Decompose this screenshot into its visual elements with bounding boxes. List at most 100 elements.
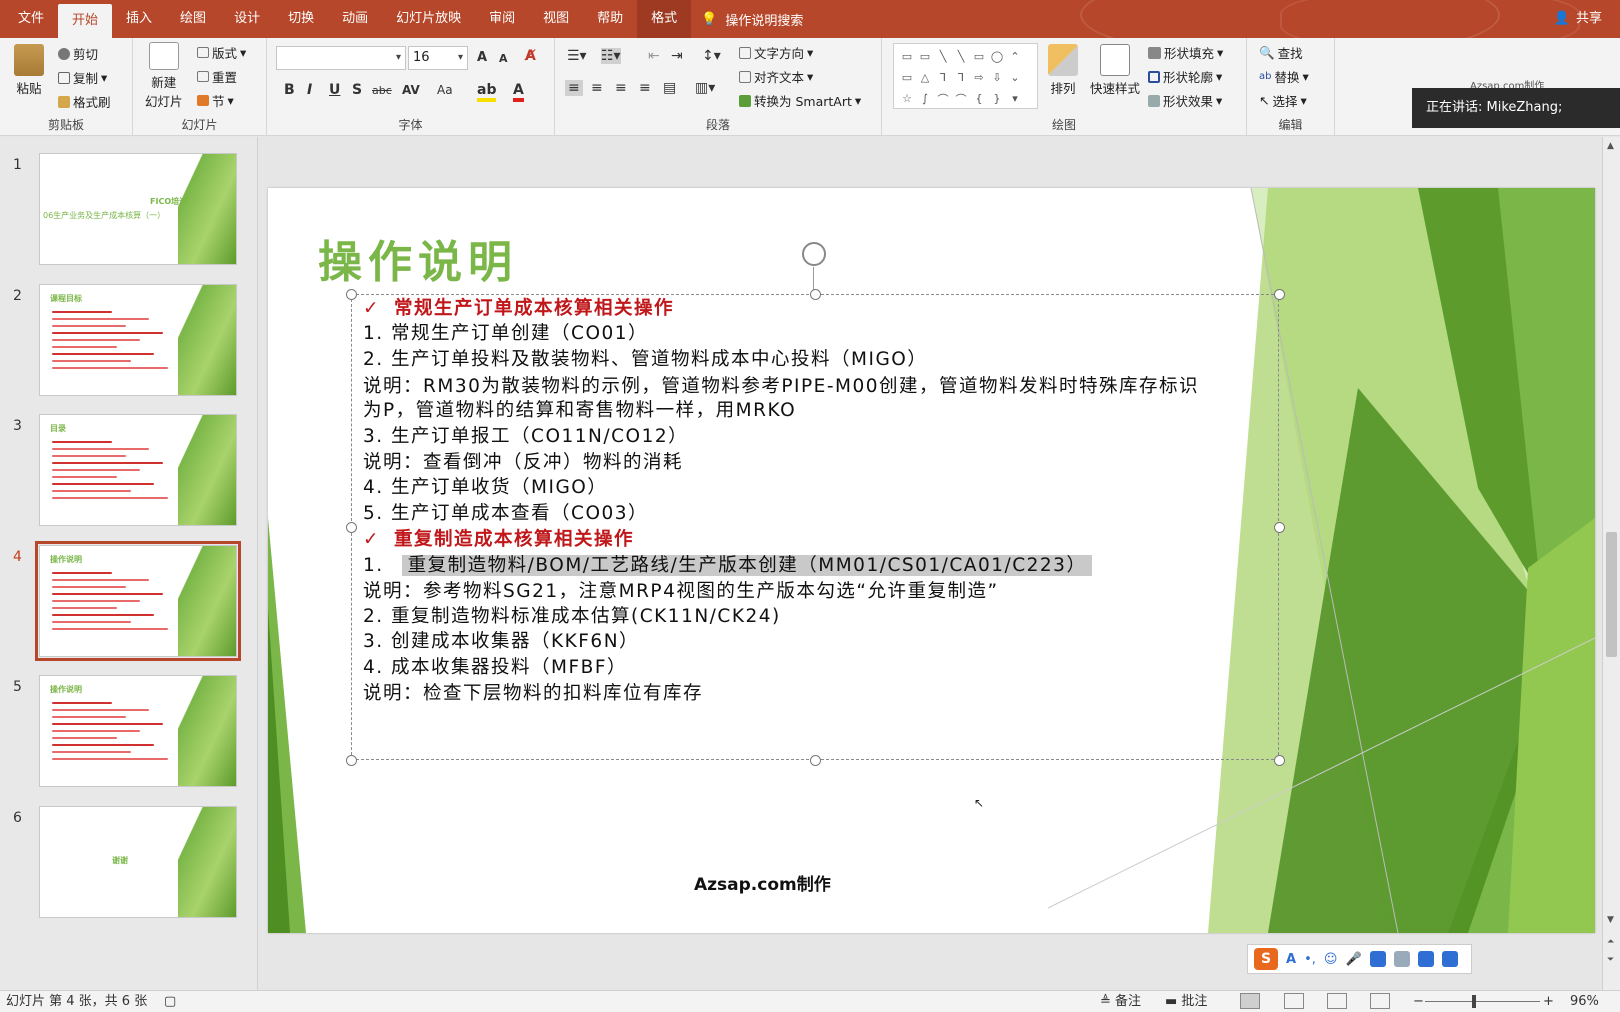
- punctuation-icon[interactable]: •,: [1304, 952, 1316, 967]
- keyboard-icon[interactable]: [1369, 951, 1386, 967]
- share-button[interactable]: 👤 共享: [1554, 0, 1602, 38]
- tab-6[interactable]: 动画: [328, 0, 382, 38]
- shadow-button[interactable]: S: [352, 82, 362, 98]
- zoom-slider-knob[interactable]: [1472, 995, 1476, 1008]
- shapes-gallery[interactable]: ▭ ▭ ╲ ╲ ▭ ◯ ⌃ ▭ △ ⅂ ⅂ ⇨ ⇩ ⌄ ☆ ∫ ⌒ ⌒{} ▾: [893, 43, 1038, 109]
- slide-text-line[interactable]: 2. 生产订单投料及散装物料、管道物料成本中心投料（MIGO）: [363, 345, 927, 371]
- select-button[interactable]: ↖ 选择 ▾: [1259, 91, 1307, 110]
- slide-text-line[interactable]: 3. 生产订单报工（CO11N/CO12）: [363, 422, 688, 448]
- comments-button[interactable]: ▬ 批注: [1165, 991, 1207, 1012]
- replace-button[interactable]: ab 替换 ▾: [1259, 67, 1309, 86]
- emoji-icon[interactable]: ☺: [1324, 952, 1338, 967]
- rotate-handle-icon[interactable]: [802, 242, 826, 266]
- bold-button[interactable]: B: [284, 82, 295, 98]
- resize-handle[interactable]: [346, 755, 357, 766]
- tab-8[interactable]: 审阅: [475, 0, 529, 38]
- zoom-level[interactable]: 96%: [1570, 991, 1599, 1012]
- new-slide-button[interactable]: 新建 幻灯片: [145, 42, 183, 110]
- slide-text-line[interactable]: 1. 重复制造物料/BOM/工艺路线/生产版本创建（MM01/CS01/CA01/…: [363, 551, 1093, 577]
- resize-handle[interactable]: [346, 289, 357, 300]
- format-painter-button[interactable]: 格式刷: [58, 92, 111, 111]
- slide-sorter-icon[interactable]: [1284, 993, 1304, 1009]
- align-text-button[interactable]: 对齐文本 ▾: [739, 67, 813, 86]
- tab-10[interactable]: 帮助: [583, 0, 637, 38]
- slide-text-line[interactable]: 1. 常规生产订单创建（CO01）: [363, 319, 648, 345]
- scroll-thumb[interactable]: [1606, 532, 1617, 657]
- slide-text-line[interactable]: ✓ 重复制造成本核算相关操作: [363, 525, 634, 551]
- align-center-icon[interactable]: ≡: [591, 80, 603, 96]
- scroll-up-icon[interactable]: ▲: [1607, 141, 1614, 151]
- slide-title[interactable]: 操作说明: [318, 226, 518, 290]
- font-name-combo[interactable]: ▾: [276, 46, 406, 70]
- slide-text-line[interactable]: 4. 生产订单收货（MIGO）: [363, 473, 607, 499]
- resize-handle[interactable]: [1274, 755, 1285, 766]
- skin-icon[interactable]: [1417, 951, 1434, 967]
- slide-thumbnail[interactable]: 5 操作说明: [0, 675, 258, 795]
- zoom-in-icon[interactable]: +: [1543, 991, 1554, 1012]
- grow-font-button[interactable]: A: [477, 50, 487, 65]
- slide-text-line[interactable]: 5. 生产订单成本查看（CO03）: [363, 499, 648, 525]
- font-size-combo[interactable]: 16 ▾: [408, 46, 468, 70]
- slide-text-line[interactable]: 说明：RM30为散装物料的示例，管道物料参考PIPE-M00创建，管道物料发料时…: [363, 372, 1199, 398]
- tab-5[interactable]: 切换: [274, 0, 328, 38]
- clear-format-icon[interactable]: A̸: [525, 48, 536, 64]
- normal-view-icon[interactable]: [1240, 993, 1260, 1009]
- section-button[interactable]: 节 ▾: [197, 91, 234, 110]
- tab-7[interactable]: 幻灯片放映: [382, 0, 475, 38]
- slide-thumbnail[interactable]: 2 课程目标: [0, 283, 258, 404]
- justify-icon[interactable]: ≡: [639, 80, 651, 96]
- slide-thumbnail[interactable]: 4 操作说明: [0, 540, 258, 665]
- tab-3[interactable]: 绘图: [166, 0, 220, 38]
- tab-0[interactable]: 文件: [4, 0, 58, 38]
- tab-11[interactable]: 格式: [637, 0, 692, 38]
- ime-mode-icon[interactable]: A: [1286, 952, 1296, 967]
- italic-button[interactable]: I: [307, 82, 312, 98]
- columns-icon[interactable]: ▥▾: [695, 80, 715, 96]
- cut-button[interactable]: 剪切: [58, 44, 98, 63]
- char-spacing-button[interactable]: AV: [402, 83, 420, 97]
- slide-thumbnail[interactable]: 3 目录: [0, 414, 258, 534]
- shape-outline-button[interactable]: 形状轮廓 ▾: [1148, 67, 1222, 86]
- slide-text-line[interactable]: ✓ 常规生产订单成本核算相关操作: [363, 294, 674, 320]
- toolbox-icon[interactable]: [1441, 951, 1458, 967]
- resize-handle[interactable]: [346, 522, 357, 533]
- zoom-out-icon[interactable]: −: [1413, 991, 1424, 1012]
- highlight-color-button[interactable]: ab: [477, 82, 497, 102]
- slide-text-line[interactable]: 说明：检查下层物料的扣料库位有库存: [363, 679, 703, 705]
- microphone-icon[interactable]: 🎤: [1345, 952, 1361, 967]
- layout-button[interactable]: 版式 ▾: [197, 43, 246, 62]
- line-spacing-icon[interactable]: ↕▾: [702, 48, 721, 64]
- align-right-icon[interactable]: ≡: [615, 80, 627, 96]
- tab-1[interactable]: 开始: [58, 4, 113, 38]
- user-icon[interactable]: [1393, 951, 1410, 967]
- tell-me-search[interactable]: 💡 操作说明搜索: [701, 10, 803, 29]
- resize-handle[interactable]: [810, 755, 821, 766]
- notes-button[interactable]: ≜ 备注: [1100, 991, 1141, 1012]
- tab-9[interactable]: 视图: [529, 0, 583, 38]
- resize-handle[interactable]: [1274, 289, 1285, 300]
- shape-effects-button[interactable]: 形状效果 ▾: [1148, 91, 1222, 110]
- font-color-button[interactable]: A: [513, 82, 524, 102]
- quick-styles-button[interactable]: 快速样式: [1090, 44, 1140, 97]
- underline-button[interactable]: U: [329, 82, 340, 98]
- slide-canvas[interactable]: 操作说明 ✓ 常规生产订单成本核算相关操作 1. 常规生产订单创建（CO01） 2. …: [268, 188, 1595, 933]
- change-case-button[interactable]: Aa: [437, 83, 453, 97]
- slide-text-line[interactable]: 4. 成本收集器投料（MFBF）: [363, 653, 627, 679]
- spellcheck-icon[interactable]: ▢: [164, 991, 176, 1012]
- slide-thumbnail[interactable]: 6 谢谢: [0, 805, 258, 926]
- scroll-down-icon[interactable]: ▼: [1607, 915, 1614, 925]
- strikethrough-button[interactable]: abc: [372, 84, 392, 97]
- numbering-icon[interactable]: ☷▾: [601, 48, 621, 64]
- prev-slide-icon[interactable]: ⏶: [1607, 937, 1614, 947]
- resize-handle[interactable]: [810, 289, 821, 300]
- vertical-scrollbar[interactable]: ▲ ▼ ⏶ ⏷: [1602, 137, 1620, 990]
- shape-fill-button[interactable]: 形状填充 ▾: [1148, 43, 1223, 62]
- increase-indent-icon[interactable]: ⇥: [671, 48, 683, 64]
- align-left-icon[interactable]: ≡: [565, 80, 583, 96]
- distributed-icon[interactable]: ▤: [663, 80, 676, 96]
- slide-text-line[interactable]: 3. 创建成本收集器（KKF6N）: [363, 627, 639, 653]
- shrink-font-button[interactable]: A: [499, 52, 508, 65]
- find-button[interactable]: 🔍 查找: [1259, 43, 1303, 62]
- text-direction-button[interactable]: 文字方向 ▾: [739, 43, 813, 62]
- smartart-button[interactable]: 转换为 SmartArt ▾: [739, 91, 861, 110]
